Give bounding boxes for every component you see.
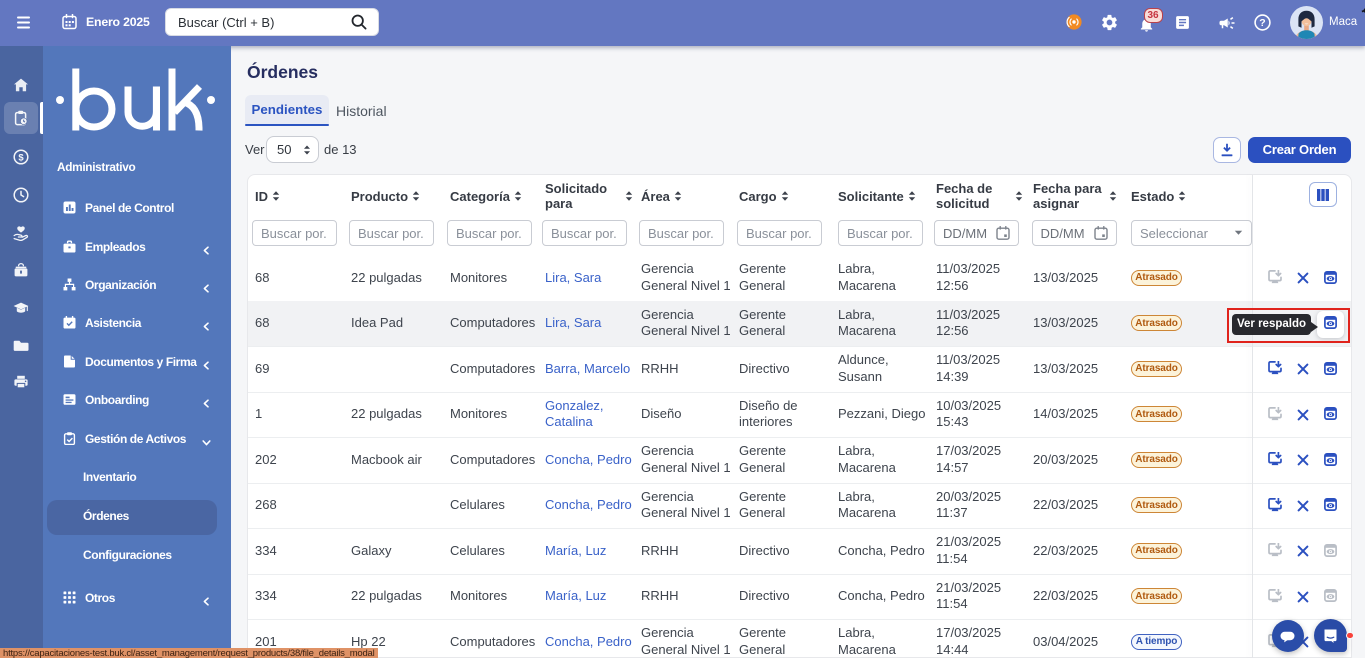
svg-text:$: $: [18, 152, 24, 163]
svg-text:?: ?: [1259, 17, 1265, 29]
